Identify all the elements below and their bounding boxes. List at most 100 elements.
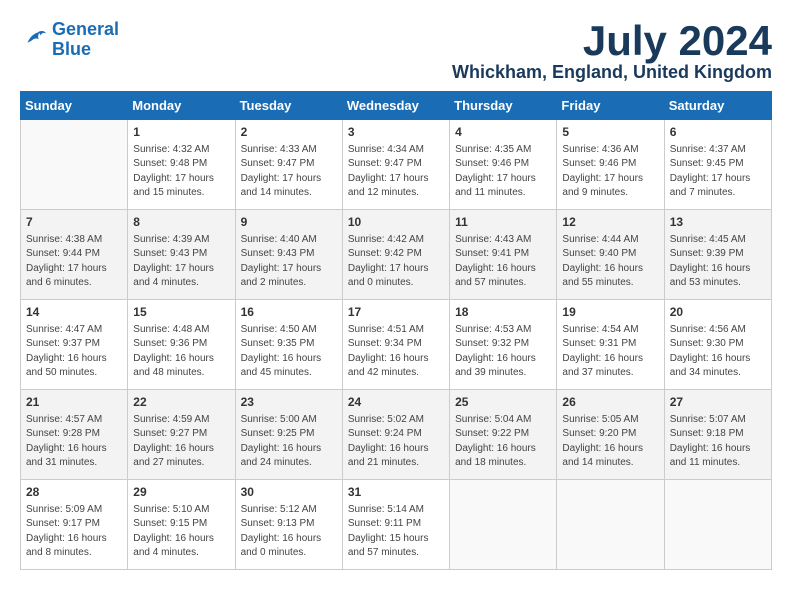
day-info: Sunrise: 4:56 AM Sunset: 9:30 PM Dayligh… (670, 323, 766, 381)
day-number: 30 (241, 484, 337, 501)
day-number: 10 (348, 214, 444, 231)
day-info: Sunrise: 5:07 AM Sunset: 9:18 PM Dayligh… (670, 413, 766, 471)
day-info: Sunrise: 5:12 AM Sunset: 9:13 PM Dayligh… (241, 503, 337, 561)
calendar-cell: 17 Sunrise: 4:51 AM Sunset: 9:34 PM Dayli… (342, 300, 449, 390)
calendar-cell: 3 Sunrise: 4:34 AM Sunset: 9:47 PM Daylig… (342, 120, 449, 210)
calendar-cell: 6Sunrise: 4:37 AM Sunset: 9:45 PM Daylig… (664, 120, 771, 210)
day-info: Sunrise: 5:00 AM Sunset: 9:25 PM Dayligh… (241, 413, 337, 471)
calendar-cell: 26 Sunrise: 5:05 AM Sunset: 9:20 PM Dayli… (557, 390, 664, 480)
calendar-cell: 29 Sunrise: 5:10 AM Sunset: 9:15 PM Dayli… (128, 480, 235, 570)
day-info: Sunrise: 4:50 AM Sunset: 9:35 PM Dayligh… (241, 323, 337, 381)
day-number: 4 (455, 124, 551, 141)
calendar-cell: 12 Sunrise: 4:44 AM Sunset: 9:40 PM Dayli… (557, 210, 664, 300)
day-info: Sunrise: 4:57 AM Sunset: 9:28 PM Dayligh… (26, 413, 122, 471)
calendar-cell (450, 480, 557, 570)
day-number: 16 (241, 304, 337, 321)
col-header-saturday: Saturday (664, 92, 771, 120)
calendar-cell: 8 Sunrise: 4:39 AM Sunset: 9:43 PM Daylig… (128, 210, 235, 300)
day-number: 5 (562, 124, 658, 141)
calendar-cell (664, 480, 771, 570)
day-info: Sunrise: 4:32 AM Sunset: 9:48 PM Dayligh… (133, 143, 229, 201)
day-info: Sunrise: 5:10 AM Sunset: 9:15 PM Dayligh… (133, 503, 229, 561)
logo: General Blue (20, 20, 119, 60)
col-header-tuesday: Tuesday (235, 92, 342, 120)
calendar-cell: 18Sunrise: 4:53 AM Sunset: 9:32 PM Dayli… (450, 300, 557, 390)
day-info: Sunrise: 5:04 AM Sunset: 9:22 PM Dayligh… (455, 413, 551, 471)
day-info: Sunrise: 4:42 AM Sunset: 9:42 PM Dayligh… (348, 233, 444, 291)
calendar-cell: 25 Sunrise: 5:04 AM Sunset: 9:22 PM Dayli… (450, 390, 557, 480)
day-number: 8 (133, 214, 229, 231)
day-number: 1 (133, 124, 229, 141)
day-number: 2 (241, 124, 337, 141)
calendar-cell (557, 480, 664, 570)
day-info: Sunrise: 5:14 AM Sunset: 9:11 PM Dayligh… (348, 503, 444, 561)
calendar-cell: 22Sunrise: 4:59 AM Sunset: 9:27 PM Dayli… (128, 390, 235, 480)
calendar-cell (21, 120, 128, 210)
day-info: Sunrise: 4:51 AM Sunset: 9:34 PM Dayligh… (348, 323, 444, 381)
calendar-cell: 9 Sunrise: 4:40 AM Sunset: 9:43 PM Daylig… (235, 210, 342, 300)
day-number: 9 (241, 214, 337, 231)
day-number: 13 (670, 214, 766, 231)
day-number: 26 (562, 394, 658, 411)
day-number: 23 (241, 394, 337, 411)
day-info: Sunrise: 4:45 AM Sunset: 9:39 PM Dayligh… (670, 233, 766, 291)
location-title: Whickham, England, United Kingdom (452, 62, 772, 83)
calendar-table: SundayMondayTuesdayWednesdayThursdayFrid… (20, 91, 772, 570)
day-info: Sunrise: 4:47 AM Sunset: 9:37 PM Dayligh… (26, 323, 122, 381)
day-info: Sunrise: 4:34 AM Sunset: 9:47 PM Dayligh… (348, 143, 444, 201)
day-info: Sunrise: 5:02 AM Sunset: 9:24 PM Dayligh… (348, 413, 444, 471)
day-info: Sunrise: 5:05 AM Sunset: 9:20 PM Dayligh… (562, 413, 658, 471)
day-number: 11 (455, 214, 551, 231)
day-number: 27 (670, 394, 766, 411)
calendar-cell: 2 Sunrise: 4:33 AM Sunset: 9:47 PM Daylig… (235, 120, 342, 210)
day-info: Sunrise: 4:37 AM Sunset: 9:45 PM Dayligh… (670, 143, 766, 201)
day-info: Sunrise: 4:38 AM Sunset: 9:44 PM Dayligh… (26, 233, 122, 291)
calendar-cell: 20 Sunrise: 4:56 AM Sunset: 9:30 PM Dayli… (664, 300, 771, 390)
calendar-cell: 11 Sunrise: 4:43 AM Sunset: 9:41 PM Dayli… (450, 210, 557, 300)
calendar-cell: 7Sunrise: 4:38 AM Sunset: 9:44 PM Daylig… (21, 210, 128, 300)
col-header-wednesday: Wednesday (342, 92, 449, 120)
calendar-cell: 31 Sunrise: 5:14 AM Sunset: 9:11 PM Dayli… (342, 480, 449, 570)
day-info: Sunrise: 4:39 AM Sunset: 9:43 PM Dayligh… (133, 233, 229, 291)
day-info: Sunrise: 4:35 AM Sunset: 9:46 PM Dayligh… (455, 143, 551, 201)
day-number: 18 (455, 304, 551, 321)
day-info: Sunrise: 5:09 AM Sunset: 9:17 PM Dayligh… (26, 503, 122, 561)
day-number: 20 (670, 304, 766, 321)
day-info: Sunrise: 4:54 AM Sunset: 9:31 PM Dayligh… (562, 323, 658, 381)
calendar-cell: 10 Sunrise: 4:42 AM Sunset: 9:42 PM Dayli… (342, 210, 449, 300)
calendar-cell: 13 Sunrise: 4:45 AM Sunset: 9:39 PM Dayli… (664, 210, 771, 300)
day-number: 31 (348, 484, 444, 501)
calendar-cell: 24Sunrise: 5:02 AM Sunset: 9:24 PM Dayli… (342, 390, 449, 480)
day-info: Sunrise: 4:43 AM Sunset: 9:41 PM Dayligh… (455, 233, 551, 291)
calendar-cell: 1 Sunrise: 4:32 AM Sunset: 9:48 PM Daylig… (128, 120, 235, 210)
month-title: July 2024 (452, 20, 772, 62)
calendar-cell: 4 Sunrise: 4:35 AM Sunset: 9:46 PM Daylig… (450, 120, 557, 210)
calendar-cell: 14 Sunrise: 4:47 AM Sunset: 9:37 PM Dayli… (21, 300, 128, 390)
calendar-cell: 30 Sunrise: 5:12 AM Sunset: 9:13 PM Dayli… (235, 480, 342, 570)
day-number: 21 (26, 394, 122, 411)
title-block: July 2024 Whickham, England, United King… (452, 20, 772, 83)
calendar-cell: 15 Sunrise: 4:48 AM Sunset: 9:36 PM Dayli… (128, 300, 235, 390)
day-number: 25 (455, 394, 551, 411)
day-number: 14 (26, 304, 122, 321)
day-info: Sunrise: 4:44 AM Sunset: 9:40 PM Dayligh… (562, 233, 658, 291)
day-number: 29 (133, 484, 229, 501)
calendar-cell: 21 Sunrise: 4:57 AM Sunset: 9:28 PM Dayli… (21, 390, 128, 480)
calendar-cell: 5 Sunrise: 4:36 AM Sunset: 9:46 PM Daylig… (557, 120, 664, 210)
day-info: Sunrise: 4:33 AM Sunset: 9:47 PM Dayligh… (241, 143, 337, 201)
page-header: General Blue July 2024 Whickham, England… (20, 20, 772, 83)
day-number: 15 (133, 304, 229, 321)
day-info: Sunrise: 4:36 AM Sunset: 9:46 PM Dayligh… (562, 143, 658, 201)
day-number: 19 (562, 304, 658, 321)
day-number: 17 (348, 304, 444, 321)
day-info: Sunrise: 4:48 AM Sunset: 9:36 PM Dayligh… (133, 323, 229, 381)
calendar-cell: 27 Sunrise: 5:07 AM Sunset: 9:18 PM Dayli… (664, 390, 771, 480)
day-info: Sunrise: 4:40 AM Sunset: 9:43 PM Dayligh… (241, 233, 337, 291)
day-number: 3 (348, 124, 444, 141)
logo-text: General Blue (52, 20, 119, 60)
calendar-cell: 16 Sunrise: 4:50 AM Sunset: 9:35 PM Dayli… (235, 300, 342, 390)
day-info: Sunrise: 4:59 AM Sunset: 9:27 PM Dayligh… (133, 413, 229, 471)
day-number: 12 (562, 214, 658, 231)
calendar-cell: 28Sunrise: 5:09 AM Sunset: 9:17 PM Dayli… (21, 480, 128, 570)
calendar-cell: 19 Sunrise: 4:54 AM Sunset: 9:31 PM Dayli… (557, 300, 664, 390)
